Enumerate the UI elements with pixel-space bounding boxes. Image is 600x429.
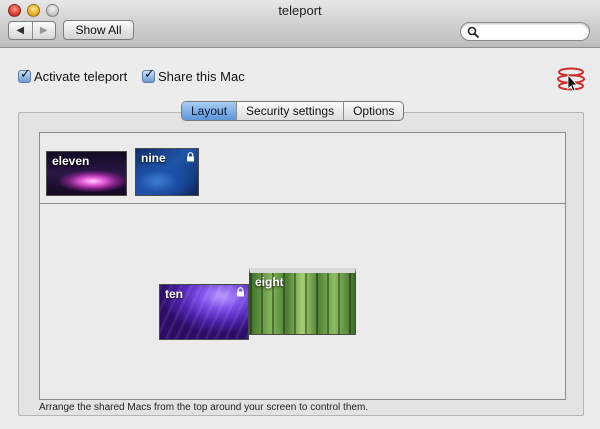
arranged-mac-ten[interactable]: ten <box>159 284 249 340</box>
share-this-mac-checkbox[interactable]: Share this Mac <box>142 67 245 84</box>
mac-name-label: nine <box>141 151 166 165</box>
mac-name-label: eight <box>255 275 284 289</box>
mac-name-label: ten <box>165 287 183 301</box>
arrangement-divider <box>40 203 565 204</box>
teleport-status-icon[interactable] <box>556 66 586 92</box>
share-this-mac-label: Share this Mac <box>158 69 245 84</box>
arrangement-hint: Arrange the shared Macs from the top aro… <box>39 402 369 413</box>
shared-mac-eleven[interactable]: eleven <box>46 151 127 196</box>
back-button[interactable]: ◀ <box>9 22 32 39</box>
share-this-mac-checkbox-box[interactable] <box>142 67 155 83</box>
search-field[interactable] <box>460 22 590 41</box>
window-title: teleport <box>278 3 322 18</box>
tab-layout[interactable]: Layout <box>182 102 237 120</box>
lock-icon <box>237 287 244 297</box>
toolbar: teleport ◀ ▶ Show All <box>0 0 600 48</box>
shared-mac-nine[interactable]: nine <box>135 148 199 196</box>
forward-button[interactable]: ▶ <box>31 22 56 39</box>
search-icon <box>467 26 479 38</box>
teleport-preferences-window: teleport ◀ ▶ Show All Activate teleport … <box>0 0 600 429</box>
tab-options[interactable]: Options <box>343 102 403 120</box>
mac-name-label: eleven <box>52 154 90 168</box>
activate-teleport-checkbox-box[interactable] <box>18 67 31 83</box>
show-all-button[interactable]: Show All <box>63 20 134 40</box>
lock-icon <box>187 152 194 162</box>
preference-tabs: Layout Security settings Options <box>181 101 405 121</box>
activate-teleport-checkbox[interactable]: Activate teleport <box>18 67 128 84</box>
activate-teleport-label: Activate teleport <box>34 69 128 84</box>
back-forward-buttons: ◀ ▶ <box>8 21 56 40</box>
arranged-mac-eight[interactable]: eight <box>249 268 356 335</box>
tab-security-settings[interactable]: Security settings <box>236 102 343 120</box>
